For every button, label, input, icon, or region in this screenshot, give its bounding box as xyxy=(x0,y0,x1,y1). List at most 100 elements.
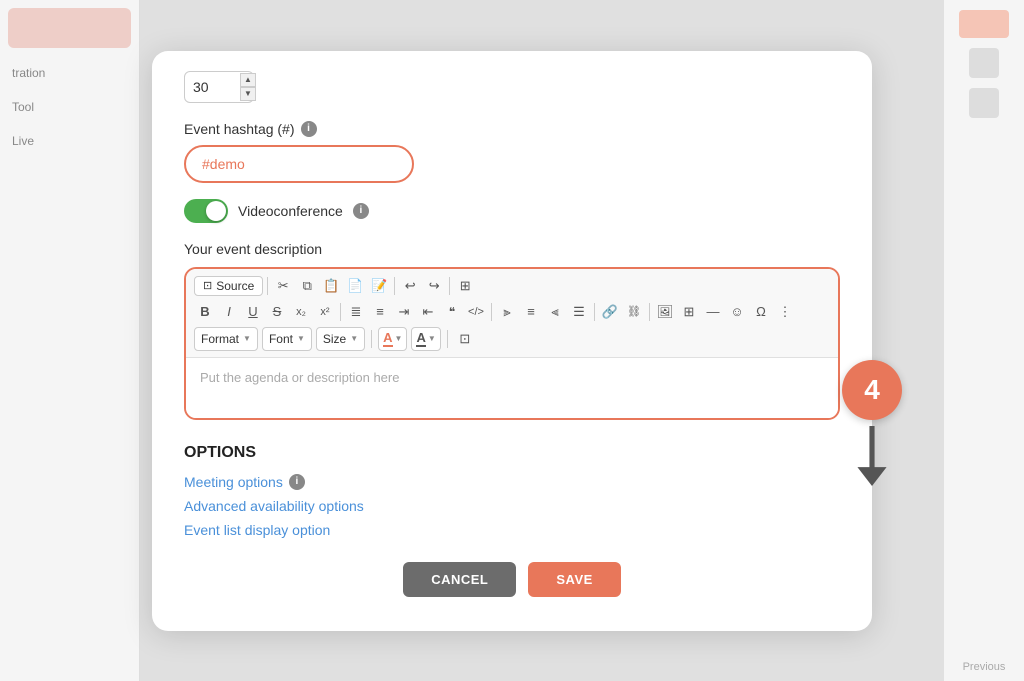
hashtag-info-icon[interactable]: i xyxy=(301,121,317,137)
styles-icon[interactable]: ⊡ xyxy=(454,328,476,350)
size-dropdown[interactable]: Size ▼ xyxy=(316,327,365,351)
hashtag-input[interactable] xyxy=(184,145,414,183)
ordered-list-icon[interactable]: ≣ xyxy=(345,301,367,323)
align-justify-icon[interactable]: ☰ xyxy=(568,301,590,323)
undo-icon[interactable]: ↩ xyxy=(399,275,421,297)
find-icon[interactable]: ⊞ xyxy=(454,275,476,297)
bg-sidebar-text-2: Tool xyxy=(0,90,139,124)
videoconference-label: Videoconference xyxy=(238,203,343,219)
page-container: tration Tool Live Previous 30 ▲ ▼ Event … xyxy=(0,0,1024,681)
special-char-icon[interactable]: Ω xyxy=(750,301,772,323)
bg-right-icon-2 xyxy=(969,88,999,118)
event-list-label: Event list display option xyxy=(184,522,330,538)
meeting-options-info-icon[interactable]: i xyxy=(289,474,305,490)
subscript-icon[interactable]: x₂ xyxy=(290,301,312,323)
number-input-row: 30 ▲ ▼ xyxy=(184,71,840,103)
editor-container: ⊡ Source ✂ ⧉ 📋 📄 📝 ↩ ↪ ⊞ xyxy=(184,267,840,420)
bg-color-arrow: ▼ xyxy=(428,334,436,343)
font-color-a: A xyxy=(383,330,392,347)
cut-icon[interactable]: ✂ xyxy=(272,275,294,297)
font-color-btn[interactable]: A ▼ xyxy=(378,327,407,351)
number-up-arrow[interactable]: ▲ xyxy=(240,73,256,87)
toolbar-row-3: Format ▼ Font ▼ Size ▼ A ▼ xyxy=(194,327,830,351)
event-list-link[interactable]: Event list display option xyxy=(184,522,840,538)
toolbar-sep-2 xyxy=(394,277,395,295)
toolbar-row-1: ⊡ Source ✂ ⧉ 📋 📄 📝 ↩ ↪ ⊞ xyxy=(194,275,830,297)
bg-right-icon-1 xyxy=(969,48,999,78)
step-arrow xyxy=(847,426,897,491)
source-button[interactable]: ⊡ Source xyxy=(194,276,263,296)
size-dropdown-arrow: ▼ xyxy=(350,334,358,343)
toggle-knob xyxy=(206,201,226,221)
number-input-field[interactable]: 30 xyxy=(193,79,238,95)
table-icon[interactable]: ⊞ xyxy=(678,301,700,323)
blockquote-icon[interactable]: ❝ xyxy=(441,301,463,323)
save-button[interactable]: SAVE xyxy=(528,562,620,597)
background-right: Previous xyxy=(944,0,1024,681)
paste-text-icon[interactable]: 📄 xyxy=(344,275,366,297)
hashtag-label-row: Event hashtag (#) i xyxy=(184,121,840,137)
codeblock-icon[interactable]: </> xyxy=(465,301,487,323)
more-icon[interactable]: ⋮ xyxy=(774,301,796,323)
bg-sidebar-text-1: tration xyxy=(0,56,139,90)
number-down-arrow[interactable]: ▼ xyxy=(240,87,256,101)
background-sidebar: tration Tool Live xyxy=(0,0,140,681)
paste-word-icon[interactable]: 📝 xyxy=(368,275,390,297)
paste-icon[interactable]: 📋 xyxy=(320,275,342,297)
source-icon: ⊡ xyxy=(203,279,212,292)
videoconference-info-icon[interactable]: i xyxy=(353,203,369,219)
modal-footer: CANCEL SAVE xyxy=(184,562,840,597)
bg-right-btn-1 xyxy=(959,10,1009,38)
toolbar-sep-8 xyxy=(371,330,372,348)
toolbar-row-2: B I U S x₂ x² ≣ ≡ ⇥ ⇤ ❝ </> ⫸ ≡ ⫷ xyxy=(194,301,830,323)
format-dropdown[interactable]: Format ▼ xyxy=(194,327,258,351)
step-overlay: 4 xyxy=(842,360,902,491)
options-section: OPTIONS Meeting options i Advanced avail… xyxy=(184,444,840,538)
toolbar-sep-9 xyxy=(447,330,448,348)
italic-icon[interactable]: I xyxy=(218,301,240,323)
meeting-options-link[interactable]: Meeting options i xyxy=(184,474,840,490)
editor-placeholder: Put the agenda or description here xyxy=(200,370,399,385)
align-left-icon[interactable]: ⫸ xyxy=(496,301,518,323)
align-right-icon[interactable]: ⫷ xyxy=(544,301,566,323)
toolbar-sep-4 xyxy=(340,303,341,321)
toolbar-sep-6 xyxy=(594,303,595,321)
underline-icon[interactable]: U xyxy=(242,301,264,323)
bg-previous-label: Previous xyxy=(963,661,1006,673)
advanced-availability-link[interactable]: Advanced availability options xyxy=(184,498,840,514)
videoconference-toggle[interactable] xyxy=(184,199,228,223)
number-input-arrows: ▲ ▼ xyxy=(240,73,256,101)
bg-sidebar-item-1 xyxy=(8,8,131,48)
description-label: Your event description xyxy=(184,241,840,257)
align-center-icon[interactable]: ≡ xyxy=(520,301,542,323)
advanced-availability-label: Advanced availability options xyxy=(184,498,364,514)
copy-icon[interactable]: ⧉ xyxy=(296,275,318,297)
hr-icon[interactable]: — xyxy=(702,301,724,323)
font-color-arrow: ▼ xyxy=(395,334,403,343)
indent-icon[interactable]: ⇥ xyxy=(393,301,415,323)
font-dropdown[interactable]: Font ▼ xyxy=(262,327,312,351)
size-dropdown-label: Size xyxy=(323,332,346,346)
emoji-icon[interactable]: ☺ xyxy=(726,301,748,323)
source-label: Source xyxy=(216,279,254,293)
editor-content-area[interactable]: Put the agenda or description here xyxy=(186,358,838,418)
strikethrough-icon[interactable]: S xyxy=(266,301,288,323)
bg-color-btn[interactable]: A ▼ xyxy=(411,327,440,351)
image-icon[interactable]: 🖼 xyxy=(654,301,676,323)
unordered-list-icon[interactable]: ≡ xyxy=(369,301,391,323)
format-dropdown-arrow: ▼ xyxy=(243,334,251,343)
link-icon[interactable]: 🔗 xyxy=(599,301,621,323)
redo-icon[interactable]: ↪ xyxy=(423,275,445,297)
unlink-icon[interactable]: ⛓ xyxy=(623,301,645,323)
number-input-container: 30 ▲ ▼ xyxy=(184,71,254,103)
bg-sidebar-text-3: Live xyxy=(0,124,139,158)
outdent-icon[interactable]: ⇤ xyxy=(417,301,439,323)
toolbar-sep-7 xyxy=(649,303,650,321)
bold-icon[interactable]: B xyxy=(194,301,216,323)
superscript-icon[interactable]: x² xyxy=(314,301,336,323)
toolbar-sep-3 xyxy=(449,277,450,295)
cancel-button[interactable]: CANCEL xyxy=(403,562,516,597)
main-modal: 30 ▲ ▼ Event hashtag (#) i Videoconferen… xyxy=(152,51,872,631)
step-circle: 4 xyxy=(842,360,902,420)
meeting-options-label: Meeting options xyxy=(184,474,283,490)
